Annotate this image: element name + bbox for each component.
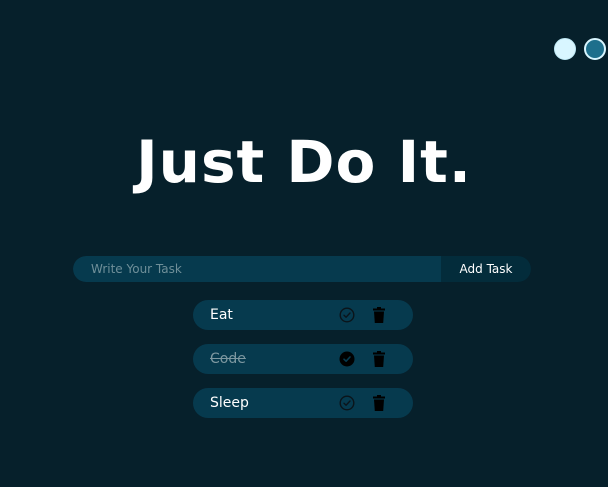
task-item-sleep: Sleep [193, 388, 413, 418]
task-item-code: Code [193, 344, 413, 374]
trash-icon[interactable] [373, 307, 385, 323]
theme-switcher [554, 38, 606, 60]
task-item-eat: Eat [193, 300, 413, 330]
check-circle-filled-icon[interactable] [339, 351, 355, 367]
light-theme-toggle[interactable] [554, 38, 576, 60]
task-input[interactable] [73, 256, 441, 282]
check-circle-icon[interactable] [339, 395, 355, 411]
trash-icon[interactable] [373, 395, 385, 411]
trash-icon[interactable] [373, 351, 385, 367]
dark-theme-toggle[interactable] [584, 38, 606, 60]
page-title: Just Do It. [136, 128, 472, 196]
add-task-button[interactable]: Add Task [441, 256, 531, 282]
check-circle-icon[interactable] [339, 307, 355, 323]
task-form: Add Task [73, 256, 531, 282]
task-list: Eat Code Sleep [193, 300, 413, 432]
